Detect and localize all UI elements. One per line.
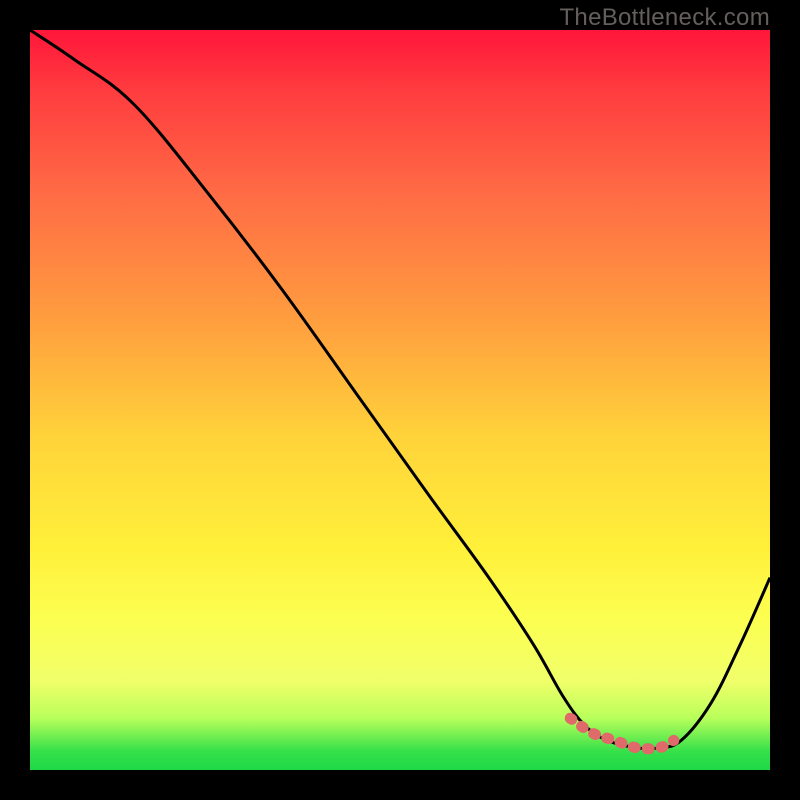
main-curve-line xyxy=(30,30,770,749)
highlight-band-line xyxy=(570,718,674,749)
chart-curve-svg xyxy=(30,30,770,770)
chart-plot-area xyxy=(30,30,770,770)
watermark-text: TheBottleneck.com xyxy=(559,4,770,32)
